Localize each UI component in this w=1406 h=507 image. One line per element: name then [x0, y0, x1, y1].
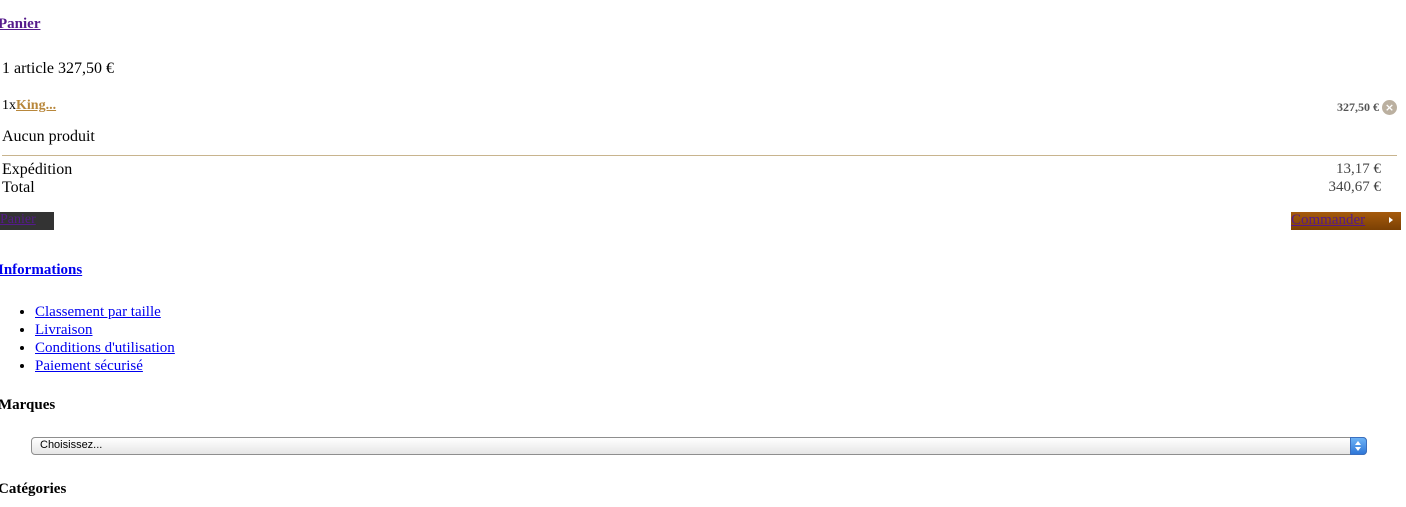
info-link-size-guide[interactable]: Classement par taille [35, 304, 161, 320]
info-link-terms[interactable]: Conditions d'utilisation [35, 340, 175, 356]
cart-title-link[interactable]: Panier [0, 16, 41, 33]
select-stepper-icon [1350, 437, 1367, 455]
view-cart-button[interactable]: Panier [0, 212, 54, 230]
info-link-secure-payment[interactable]: Paiement sécurisé [35, 358, 143, 374]
total-label: Total [2, 179, 35, 196]
categories-title: Catégories [0, 481, 67, 497]
page: Panier 1 article 327,50 € 1x King... 327… [0, 0, 1406, 507]
total-value: 340,67 € [1328, 179, 1382, 195]
list-item: Conditions d'utilisation [35, 339, 175, 357]
cart-divider [2, 155, 1397, 156]
order-button[interactable]: Commander [1291, 212, 1401, 230]
cart-item-quantity: 1x [2, 98, 16, 113]
cart-summary: 1 article 327,50 € [2, 60, 114, 77]
brands-title: Marques [0, 397, 56, 413]
arrow-right-icon [1389, 217, 1393, 223]
remove-circle-icon[interactable]: × [1382, 100, 1397, 115]
list-item: Paiement sécurisé [35, 357, 175, 375]
informations-title-link[interactable]: Informations [0, 262, 82, 279]
list-item: Livraison [35, 321, 175, 339]
cart-item-price: 327,50 € [1337, 100, 1379, 114]
cart-item-name-link[interactable]: King... [16, 98, 56, 114]
order-button-label: Commander [1291, 212, 1366, 228]
brands-select-value: Choisissez... [40, 439, 103, 451]
shipping-label: Expédition [2, 161, 73, 178]
list-item: Classement par taille [35, 303, 175, 321]
shipping-value: 13,17 € [1336, 161, 1381, 177]
cart-empty-text: Aucun produit [2, 128, 95, 145]
brands-select[interactable]: Choisissez... [31, 437, 1367, 455]
info-link-delivery[interactable]: Livraison [35, 322, 93, 338]
informations-list: Classement par taille Livraison Conditio… [0, 303, 175, 375]
